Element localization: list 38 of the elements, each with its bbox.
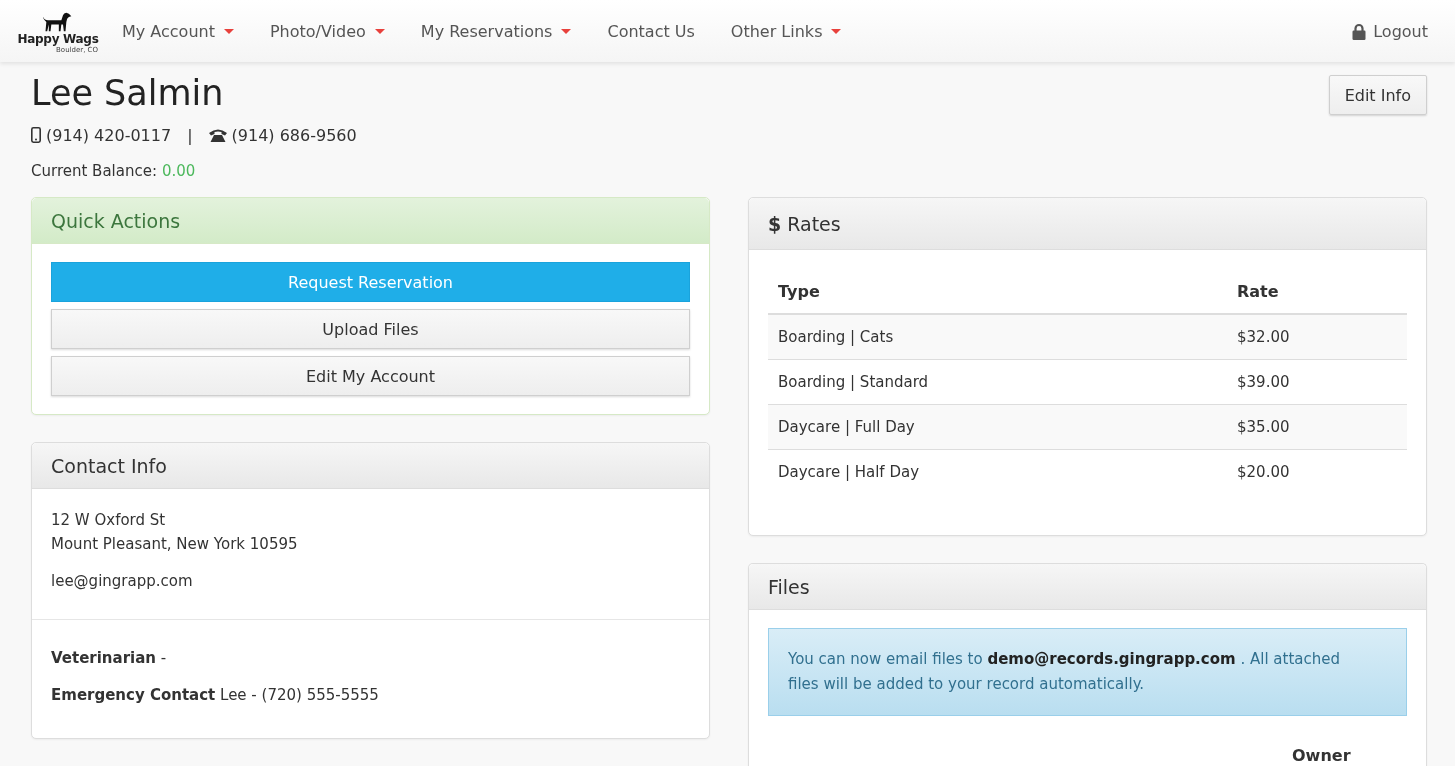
panel-title: Quick Actions: [51, 209, 181, 232]
table-cell: Daycare | Full Day: [768, 404, 1227, 450]
balance-label: Current Balance:: [31, 161, 157, 182]
customer-name: Lee Salmin: [31, 72, 225, 114]
nav-menu-item[interactable]: Other Links: [712, 13, 860, 49]
nav-menu-item[interactable]: Photo/Video: [251, 13, 403, 49]
telephone-icon: [208, 128, 227, 142]
table-cell: Boarding | Cats: [768, 314, 1227, 360]
dog-icon: [43, 12, 73, 32]
table-cell: $20.00: [1227, 449, 1407, 494]
lock-icon: [1352, 22, 1367, 40]
table-cell: $35.00: [1227, 404, 1407, 450]
panel-title: Files: [768, 575, 810, 598]
action-button[interactable]: Edit My Account: [51, 356, 690, 396]
info-alert: You can now email files to demo@records.gingrapp.com . All attached files will be added to your record automatically.: [768, 628, 1407, 716]
action-button[interactable]: Upload Files: [51, 309, 690, 349]
edit-info-button[interactable]: Edit Info: [1328, 75, 1427, 115]
column-header: Owner: [1292, 746, 1352, 765]
table-cell: Daycare | Half Day: [768, 449, 1227, 494]
logout-link[interactable]: Logout: [1352, 21, 1428, 41]
mobile-phone-icon: [31, 127, 41, 143]
phone-number: (914) 420-0117: [46, 125, 172, 145]
contact-detail: Emergency Contact Lee - (720) 555-5555: [51, 685, 380, 706]
address-line: Mount Pleasant, New York 10595: [51, 534, 299, 555]
separator: |: [187, 125, 193, 145]
dollar-sign-icon: $: [768, 212, 782, 235]
contact-detail: Veterinarian -: [51, 648, 168, 669]
phone-number: (914) 686-9560: [231, 125, 357, 145]
panel-title: Rates: [787, 212, 841, 235]
table-cell: $32.00: [1227, 314, 1407, 360]
brand-name[interactable]: Happy Wags: [17, 32, 99, 46]
address-line: 12 W Oxford St: [51, 510, 167, 531]
nav-menu-item[interactable]: My Account: [104, 13, 252, 49]
balance-value: 0.00: [162, 161, 196, 182]
nav-menu-item[interactable]: Contact Us: [589, 13, 713, 49]
email-address: lee@gingrapp.com: [51, 571, 194, 592]
panel-title: Contact Info: [51, 454, 167, 477]
nav-menu-item[interactable]: My Reservations: [402, 13, 590, 49]
